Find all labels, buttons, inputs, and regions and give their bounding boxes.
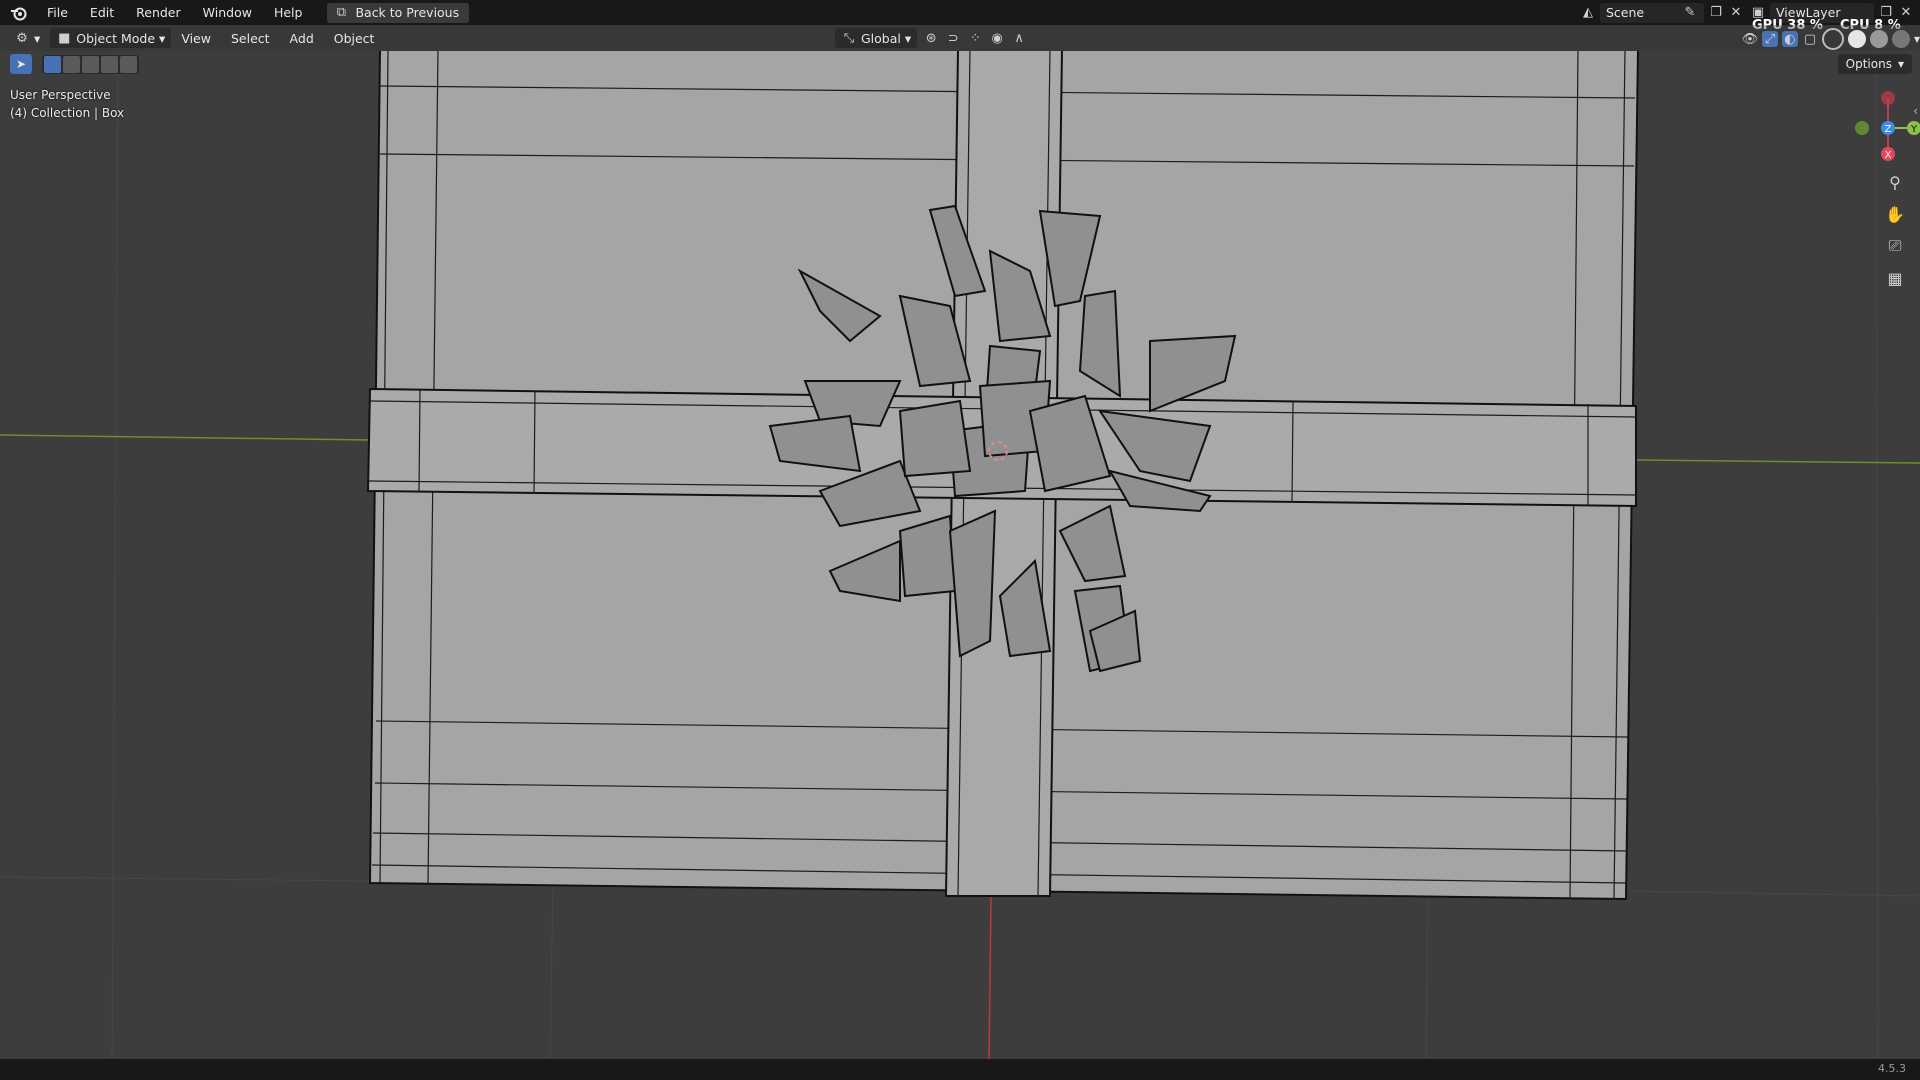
screen-back-icon: ⧉ [336,5,347,20]
falloff-icon[interactable]: ∧ [1011,30,1027,46]
viewport-display-tools: 👁 ⤢ ◐ ▢ ▾ [1742,28,1920,50]
zoom-icon[interactable]: ⚲ [1882,170,1908,194]
menu-window[interactable]: Window [192,0,263,25]
viewport-canvas [0,48,1920,1060]
selection-mode-group [42,54,139,74]
select-invert-icon[interactable] [101,55,118,73]
options-dropdown[interactable]: Options ▾ [1837,54,1912,74]
select-extend-icon[interactable] [63,55,80,73]
select-new-icon[interactable] [44,55,61,73]
transform-orientation-dropdown[interactable]: ⤡ Global ▾ [835,28,918,48]
proportional-edit-icon[interactable]: ◉ [989,30,1005,46]
3d-viewport[interactable] [0,48,1920,1060]
xray-toggle-icon[interactable]: ▢ [1802,31,1818,47]
chevron-down-icon: ▾ [159,30,166,46]
header-menu-object[interactable]: Object [324,31,385,46]
version-label: 4.5.3 [1878,1062,1906,1075]
neg-y-axis-handle [1855,121,1869,135]
menu-file[interactable]: File [36,0,79,25]
axis-z-label: Z [1885,124,1892,135]
snap-target-icon[interactable]: ⁘ [967,30,983,46]
neg-z-axis-handle [1881,91,1895,105]
menu-render[interactable]: Render [125,0,192,25]
navigation-gizmo[interactable]: Z Y X [1840,84,1920,174]
top-menu-bar: File Edit Render Window Help ⧉ Back to P… [0,0,1920,25]
chevron-down-icon: ▾ [34,30,41,46]
object-mode-dropdown[interactable]: ■ Object Mode ▾ [50,28,172,48]
pivot-point-icon[interactable]: ⊛ [923,30,939,46]
chevron-down-icon: ▾ [1897,57,1904,71]
tool-row: ➤ [10,54,139,74]
material-shading-icon[interactable] [1869,30,1888,48]
hand-pan-icon[interactable]: ✋ [1882,202,1908,226]
remove-scene-icon[interactable]: ✕ [1728,5,1744,21]
object-mode-label: Object Mode [76,30,156,46]
gizmo-toggle-icon[interactable]: ⤢ [1761,31,1778,47]
grid-ortho-icon[interactable]: ▦ [1882,266,1908,290]
solid-shading-icon[interactable] [1847,30,1866,48]
header-menu-select[interactable]: Select [221,31,280,46]
cursor-arrow-icon: ➤ [15,57,27,71]
rendered-shading-icon[interactable] [1891,30,1910,48]
scene-icon[interactable]: ◭ [1580,5,1596,21]
editor-type-button[interactable]: ⚙ ▾ [8,28,46,48]
transform-tools: ⤡ Global ▾ ⊛ ⊃ ⁘ ◉ ∧ [835,28,1027,48]
transform-orientation-label: Global [861,30,901,46]
navigation-icons: ⚲ ✋ ⎚ ▦ [1882,170,1908,290]
header-menu-add[interactable]: Add [280,31,324,46]
pin-icon[interactable]: ✎ [1682,5,1698,21]
viewport-header: ⚙ ▾ ■ Object Mode ▾ View Select Add Obje… [0,25,1920,51]
blender-logo-icon[interactable] [8,4,30,22]
visibility-eye-icon[interactable]: 👁 [1742,31,1759,47]
select-subtract-icon[interactable] [82,55,99,73]
collection-label: (4) Collection | Box [10,106,125,120]
axis-y-label: Y [1910,124,1918,135]
status-bar: 4.5.3 [0,1059,1920,1080]
scene-name: Scene [1606,5,1645,20]
select-tool-button[interactable]: ➤ [10,54,32,74]
new-scene-icon[interactable]: ❐ [1708,5,1724,21]
perspective-label: User Perspective [10,88,111,102]
object-mode-icon: ■ [58,30,71,46]
scene-selector[interactable]: Scene ✎ [1600,2,1704,23]
axis-x-label: X [1885,150,1892,161]
chevron-down-icon[interactable]: ▾ [1914,32,1920,46]
chevron-down-icon: ▾ [904,30,912,46]
camera-icon[interactable]: ⎚ [1882,234,1908,258]
orientation-icon: ⤡ [843,30,855,46]
sidebar-toggle-icon[interactable]: ‹ [1913,104,1918,118]
back-to-previous-button[interactable]: ⧉ Back to Previous [327,2,470,23]
wireframe-shading-icon[interactable] [1821,28,1844,50]
overlay-toggle-icon[interactable]: ◐ [1781,31,1798,47]
menu-help[interactable]: Help [263,0,314,25]
back-to-previous-label: Back to Previous [355,5,460,20]
snap-toggle-icon[interactable]: ⊃ [945,30,961,46]
viewport-info: User Perspective (4) Collection | Box [10,86,124,122]
menu-edit[interactable]: Edit [79,0,125,25]
editor-type-icon: ⚙ [16,30,28,46]
header-menu-view[interactable]: View [171,31,221,46]
options-label: Options [1845,57,1892,71]
select-intersect-icon[interactable] [120,55,137,73]
